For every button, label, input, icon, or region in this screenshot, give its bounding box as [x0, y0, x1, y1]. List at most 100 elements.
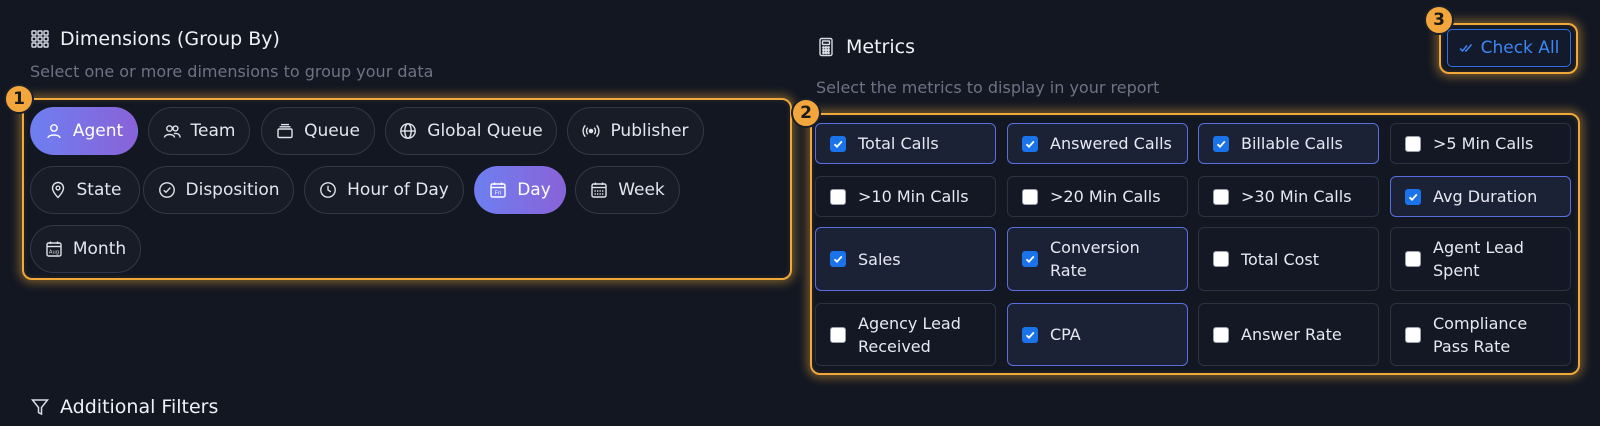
- filter-icon: [30, 399, 50, 416]
- metrics-subtitle: Select the metrics to display in your re…: [816, 78, 1160, 97]
- dimension-pill-label: Global Queue: [427, 121, 543, 141]
- metric-sales[interactable]: Sales: [815, 227, 996, 291]
- metric-label: Answered Calls: [1050, 134, 1172, 153]
- calendar-week-icon: [591, 182, 607, 198]
- metric-checkbox[interactable]: [830, 135, 846, 152]
- metric-label: Total Calls: [858, 134, 939, 153]
- dimensions-subtitle: Select one or more dimensions to group y…: [30, 62, 434, 81]
- dimension-pill-day[interactable]: Fri Day: [474, 166, 566, 214]
- metric-label: Conversion Rate: [1050, 238, 1140, 280]
- metric-label: >10 Min Calls: [858, 187, 969, 206]
- dimensions-title: Dimensions (Group By): [60, 28, 280, 50]
- metric-label: Total Cost: [1241, 249, 1320, 269]
- metric-label: >30 Min Calls: [1241, 187, 1352, 206]
- checkmark-icon: [1025, 255, 1035, 263]
- metric-checkbox[interactable]: [1405, 188, 1421, 205]
- svg-text:Aug: Aug: [49, 250, 59, 256]
- dimension-pill-label: Hour of Day: [347, 180, 449, 200]
- checkmark-icon: [833, 140, 843, 148]
- dimension-pill-agent[interactable]: Agent: [30, 107, 138, 155]
- metric-compliance-pass-rate[interactable]: Compliance Pass Rate: [1390, 303, 1571, 366]
- check-circle-icon: [158, 182, 175, 198]
- dimension-pill-week[interactable]: Week: [575, 166, 680, 214]
- map-pin-icon: [51, 181, 64, 199]
- checkmark-icon: [1408, 193, 1418, 201]
- calculator-icon: [819, 37, 833, 57]
- dimensions-header: Dimensions (Group By): [30, 28, 280, 50]
- metric-30-min-calls[interactable]: >30 Min Calls: [1198, 176, 1379, 217]
- clock-icon: [320, 182, 337, 198]
- metrics-header: Metrics: [816, 36, 915, 58]
- metric-label: >5 Min Calls: [1433, 134, 1534, 153]
- metric-label: Avg Duration: [1433, 187, 1538, 206]
- checkmark-icon: [833, 255, 843, 263]
- dimension-pill-publisher[interactable]: Publisher: [567, 107, 704, 155]
- metric-avg-duration[interactable]: Avg Duration: [1390, 176, 1571, 217]
- globe-icon: [400, 123, 417, 139]
- users-icon: [163, 125, 181, 138]
- user-icon: [47, 124, 61, 139]
- metric-20-min-calls[interactable]: >20 Min Calls: [1007, 176, 1188, 217]
- dimension-pill-month[interactable]: Aug Month: [30, 225, 141, 273]
- metric-checkbox[interactable]: [830, 326, 846, 343]
- metric-checkbox[interactable]: [1213, 251, 1229, 267]
- queue-icon: [277, 123, 293, 139]
- metric-agency-lead-received[interactable]: Agency Lead Received: [815, 303, 996, 366]
- metric-5-min-calls[interactable]: >5 Min Calls: [1390, 123, 1571, 164]
- calendar-month-icon: Aug: [46, 241, 62, 257]
- checkmark-icon: [1216, 140, 1226, 148]
- metric-10-min-calls[interactable]: >10 Min Calls: [815, 176, 996, 217]
- dimension-pill-queue[interactable]: Queue: [261, 107, 375, 155]
- metric-total-calls[interactable]: Total Calls: [815, 123, 996, 164]
- metric-conversion-rate[interactable]: Conversion Rate: [1007, 227, 1188, 291]
- broadcast-icon: [582, 124, 601, 138]
- dimension-pill-label: Publisher: [610, 121, 689, 141]
- grid-icon: [31, 30, 49, 48]
- metric-checkbox[interactable]: [1213, 326, 1229, 343]
- metric-label: Sales: [858, 249, 901, 269]
- metric-agent-lead-spent[interactable]: Agent Lead Spent: [1390, 227, 1571, 291]
- metric-label: Compliance Pass Rate: [1433, 313, 1528, 356]
- metrics-title: Metrics: [846, 36, 915, 58]
- metric-checkbox[interactable]: [1405, 326, 1421, 343]
- metric-answered-calls[interactable]: Answered Calls: [1007, 123, 1188, 164]
- filters-header: Additional Filters: [30, 396, 218, 418]
- metric-label: CPA: [1050, 325, 1081, 344]
- metric-cpa[interactable]: CPA: [1007, 303, 1188, 366]
- checkmark-icon: [1025, 331, 1035, 339]
- dimension-pill-state[interactable]: State: [30, 166, 140, 214]
- metric-checkbox[interactable]: [1022, 135, 1038, 152]
- metric-label: >20 Min Calls: [1050, 187, 1161, 206]
- metric-checkbox[interactable]: [830, 188, 846, 205]
- dimension-pill-label: Month: [72, 239, 127, 259]
- metric-checkbox[interactable]: [1022, 251, 1038, 267]
- metric-answer-rate[interactable]: Answer Rate: [1198, 303, 1379, 366]
- metric-checkbox[interactable]: [1022, 188, 1038, 205]
- double-check-icon: [1459, 44, 1472, 53]
- dimension-pill-label: Queue: [304, 121, 360, 141]
- metric-checkbox[interactable]: [1405, 135, 1421, 152]
- dimension-pill-global-queue[interactable]: Global Queue: [385, 107, 557, 155]
- dimension-pill-label: Agent: [72, 121, 124, 141]
- checkmark-icon: [1025, 140, 1035, 148]
- dimension-pill-disposition[interactable]: Disposition: [143, 166, 294, 214]
- dimension-pill-label: Week: [618, 180, 665, 200]
- filters-title: Additional Filters: [60, 396, 219, 418]
- check-all-label: Check All: [1480, 38, 1560, 58]
- metric-checkbox[interactable]: [1405, 251, 1421, 267]
- dimension-pill-label: State: [76, 180, 122, 200]
- metric-label: Billable Calls: [1241, 134, 1343, 153]
- metric-checkbox[interactable]: [830, 251, 846, 267]
- metric-label: Answer Rate: [1241, 325, 1342, 344]
- dimension-pill-hour-of-day[interactable]: Hour of Day: [304, 166, 464, 214]
- metric-checkbox[interactable]: [1213, 188, 1229, 205]
- svg-text:Fri: Fri: [495, 191, 501, 197]
- metric-checkbox[interactable]: [1022, 326, 1038, 343]
- check-all-button[interactable]: Check All: [1447, 29, 1571, 67]
- metric-checkbox[interactable]: [1213, 135, 1229, 152]
- dimension-pill-label: Disposition: [185, 180, 280, 200]
- dimension-pill-team[interactable]: Team: [148, 107, 250, 155]
- dimensions-badge: 1: [4, 84, 34, 114]
- metric-billable-calls[interactable]: Billable Calls: [1198, 123, 1379, 164]
- metric-total-cost[interactable]: Total Cost: [1198, 227, 1379, 291]
